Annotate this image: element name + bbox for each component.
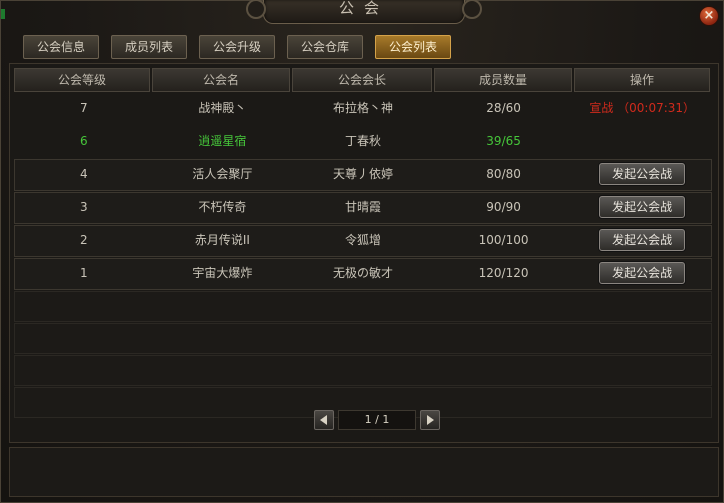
guild-action: 发起公会战 xyxy=(573,226,711,256)
declare-war-button[interactable]: 发起公会战 xyxy=(599,163,686,185)
guild-name: 宇宙大爆炸 xyxy=(192,266,253,280)
guild-members: 28/60 xyxy=(486,101,521,115)
declare-war-button[interactable]: 发起公会战 xyxy=(599,229,686,251)
guild-name: 不朽传奇 xyxy=(198,200,247,214)
next-page-button[interactable] xyxy=(420,410,440,430)
empty-row xyxy=(14,355,712,386)
guild-level: 3 xyxy=(79,200,88,214)
empty-row xyxy=(14,323,712,354)
page-indicator: 1 / 1 xyxy=(338,410,416,430)
table-row[interactable]: 4 活人会聚厅 天尊丿依婷 80/80 发起公会战 xyxy=(14,159,712,191)
arrow-left-icon xyxy=(320,415,327,425)
guild-members: 100/100 xyxy=(478,233,529,247)
guild-name: 逍遥星宿 xyxy=(198,134,247,148)
guild-level: 7 xyxy=(79,101,88,115)
guild-leader: 天尊丿依婷 xyxy=(332,167,393,181)
guild-leader: 丁春秋 xyxy=(344,134,381,148)
guild-leader: 无极の敏才 xyxy=(332,266,393,280)
tab-guild-info[interactable]: 公会信息 xyxy=(23,35,99,59)
table-row[interactable]: 1 宇宙大爆炸 无极の敏才 120/120 发起公会战 xyxy=(14,258,712,290)
guild-table: 公会等级 公会名 公会会长 成员数量 操作 7 战神殿丶 布拉格丶神 28/60… xyxy=(14,68,712,418)
side-marker xyxy=(1,9,5,19)
guild-level: 2 xyxy=(79,233,88,247)
declare-war-button[interactable]: 发起公会战 xyxy=(599,262,686,284)
guild-action-empty xyxy=(573,127,711,157)
guild-window: 公会 × 公会信息 成员列表 公会升级 公会仓库 公会列表 公会等级 公会名 公… xyxy=(0,0,724,503)
guild-members: 90/90 xyxy=(486,200,521,214)
header-members: 成员数量 xyxy=(433,68,572,92)
tab-guild-upgrade[interactable]: 公会升级 xyxy=(199,35,275,59)
close-button[interactable]: × xyxy=(699,6,719,26)
tab-member-list[interactable]: 成员列表 xyxy=(111,35,187,59)
header-level: 公会等级 xyxy=(14,68,151,92)
table-header: 公会等级 公会名 公会会长 成员数量 操作 xyxy=(14,68,712,92)
table-row-own-guild[interactable]: 6 逍遥星宿 丁春秋 39/65 xyxy=(14,126,712,158)
table-row[interactable]: 2 赤月传说II 令狐增 100/100 发起公会战 xyxy=(14,225,712,257)
guild-leader: 布拉格丶神 xyxy=(332,101,393,115)
tab-guild-warehouse[interactable]: 公会仓库 xyxy=(287,35,363,59)
header-action: 操作 xyxy=(573,68,710,92)
close-icon: × xyxy=(703,8,715,23)
guild-name: 战神殿丶 xyxy=(198,101,247,115)
prev-page-button[interactable] xyxy=(314,410,334,430)
pagination: 1 / 1 xyxy=(314,409,440,431)
tab-guild-list[interactable]: 公会列表 xyxy=(375,35,451,59)
guild-list-panel: 公会等级 公会名 公会会长 成员数量 操作 7 战神殿丶 布拉格丶神 28/60… xyxy=(9,63,719,443)
bottom-bar xyxy=(9,447,719,497)
war-countdown: 宣战 （00:07:31） xyxy=(589,101,696,115)
header-leader: 公会会长 xyxy=(292,68,432,92)
guild-name: 赤月传说II xyxy=(194,233,250,247)
guild-action: 发起公会战 xyxy=(573,259,711,289)
guild-leader: 令狐增 xyxy=(344,233,381,247)
declare-war-button[interactable]: 发起公会战 xyxy=(599,196,686,218)
guild-level: 4 xyxy=(79,167,88,181)
guild-name: 活人会聚厅 xyxy=(192,167,253,181)
table-row[interactable]: 3 不朽传奇 甘晴霞 90/90 发起公会战 xyxy=(14,192,712,224)
guild-level: 6 xyxy=(79,134,88,148)
table-row[interactable]: 7 战神殿丶 布拉格丶神 28/60 宣战 （00:07:31） xyxy=(14,93,712,125)
guild-action: 发起公会战 xyxy=(573,160,711,190)
guild-level: 1 xyxy=(79,266,88,280)
arrow-right-icon xyxy=(427,415,434,425)
header-name: 公会名 xyxy=(152,68,291,92)
guild-members: 120/120 xyxy=(478,266,529,280)
guild-members: 39/65 xyxy=(486,134,521,148)
guild-action: 发起公会战 xyxy=(573,193,711,223)
guild-members: 80/80 xyxy=(486,167,521,181)
empty-row xyxy=(14,291,712,322)
window-title: 公会 xyxy=(246,0,482,24)
tab-bar: 公会信息 成员列表 公会升级 公会仓库 公会列表 xyxy=(23,35,451,59)
guild-leader: 甘晴霞 xyxy=(344,200,381,214)
